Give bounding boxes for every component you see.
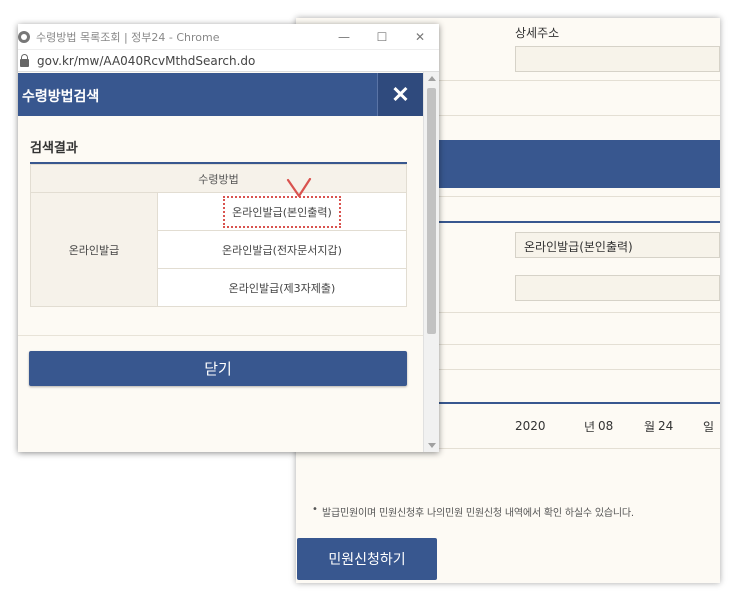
table-row: 온라인발급 온라인발급(본인출력): [30, 192, 407, 307]
receipt-detail-field[interactable]: [515, 275, 720, 301]
table-header-row: 수령방법: [30, 164, 407, 193]
lock-icon: [20, 53, 29, 67]
maximize-button[interactable]: ☐: [363, 30, 401, 44]
detail-address-label: 상세주소: [515, 26, 560, 40]
divider: [18, 335, 423, 336]
address-bar[interactable]: gov.kr/mw/AA040RcvMthdSearch.do: [18, 50, 439, 72]
group-label-online: 온라인발급: [30, 192, 158, 307]
receipt-method-popup-window: 수령방법 목록조회 | 정부24 - Chrome — ☐ ✕ gov.kr/m…: [18, 24, 439, 452]
submit-application-button[interactable]: 민원신청하기: [297, 538, 437, 580]
scrollbar-thumb[interactable]: [427, 88, 436, 334]
date-month: 08: [598, 419, 614, 433]
window-close-button[interactable]: ✕: [401, 30, 439, 44]
url-text: gov.kr/mw/AA040RcvMthdSearch.do: [37, 53, 256, 68]
date-year-unit: 년: [584, 420, 596, 434]
notice-bullet: •: [312, 504, 318, 515]
date-month-unit: 월: [644, 420, 656, 434]
minimize-button[interactable]: —: [325, 30, 363, 44]
search-results-title: 검색결과: [30, 141, 78, 156]
date-year: 2020: [515, 419, 546, 433]
screenshot-stage: 상세주소 온라인발급(본인출력) 2020 년 08 월 24 일 • 발급민원…: [0, 0, 738, 601]
notice-text: 발급민원이며 민원신청후 나의민원 민원신청 내역에서 확인 하실수 있습니다.: [322, 508, 634, 519]
option-third-party-link[interactable]: 온라인발급(제3자제출): [157, 268, 407, 307]
option-e-wallet-link[interactable]: 온라인발급(전자문서지갑): [157, 230, 407, 269]
table-cell: 온라인발급(본인출력): [157, 192, 407, 231]
scrollbar[interactable]: [423, 72, 439, 452]
option-self-print-link[interactable]: 온라인발급(본인출력): [223, 195, 341, 228]
chrome-icon: [18, 30, 30, 43]
receipt-method-field[interactable]: 온라인발급(본인출력): [515, 232, 720, 258]
window-titlebar[interactable]: 수령방법 목록조회 | 정부24 - Chrome — ☐ ✕: [18, 24, 439, 50]
date-day-unit: 일: [703, 420, 715, 434]
scroll-down-arrow-icon[interactable]: [428, 443, 436, 448]
close-icon[interactable]: ✕: [377, 73, 423, 116]
date-day: 24: [658, 419, 674, 433]
popup-header-title: 수령방법검색: [22, 89, 100, 105]
scroll-up-arrow-icon[interactable]: [428, 76, 436, 81]
checkmark-annotation-icon: [286, 178, 312, 198]
close-button[interactable]: 닫기: [29, 351, 407, 386]
detail-address-field[interactable]: [515, 46, 720, 72]
column-header-receipt-method: 수령방법: [30, 164, 407, 193]
results-table: 수령방법 온라인발급 온라인발급(본인출력) 온라인발급(전자문서지갑) 온라인…: [30, 164, 407, 307]
popup-header: 수령방법검색 ✕: [18, 73, 423, 116]
window-title: 수령방법 목록조회 | 정부24 - Chrome: [36, 30, 220, 44]
